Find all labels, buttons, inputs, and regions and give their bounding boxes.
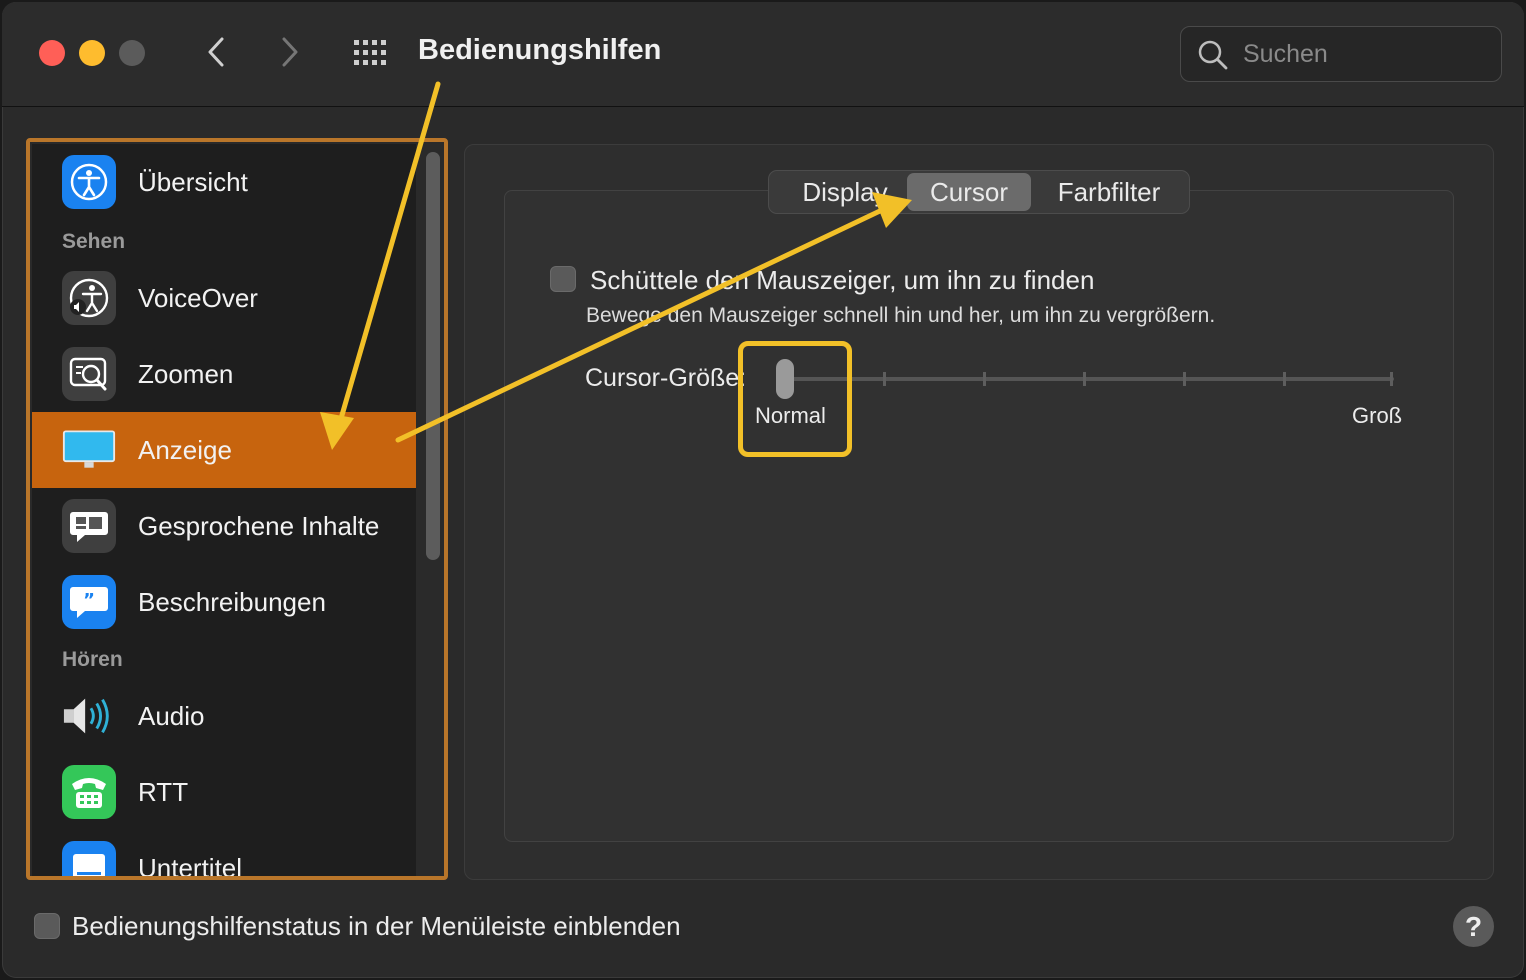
- annotation-arrows: [320, 81, 912, 450]
- preferences-window: Bedienungshilfen Übersicht Sehen: [2, 2, 1524, 978]
- annotation-arrow-to-cursor-tab: [395, 192, 912, 443]
- annotation-arrow-to-anzeige: [320, 81, 441, 450]
